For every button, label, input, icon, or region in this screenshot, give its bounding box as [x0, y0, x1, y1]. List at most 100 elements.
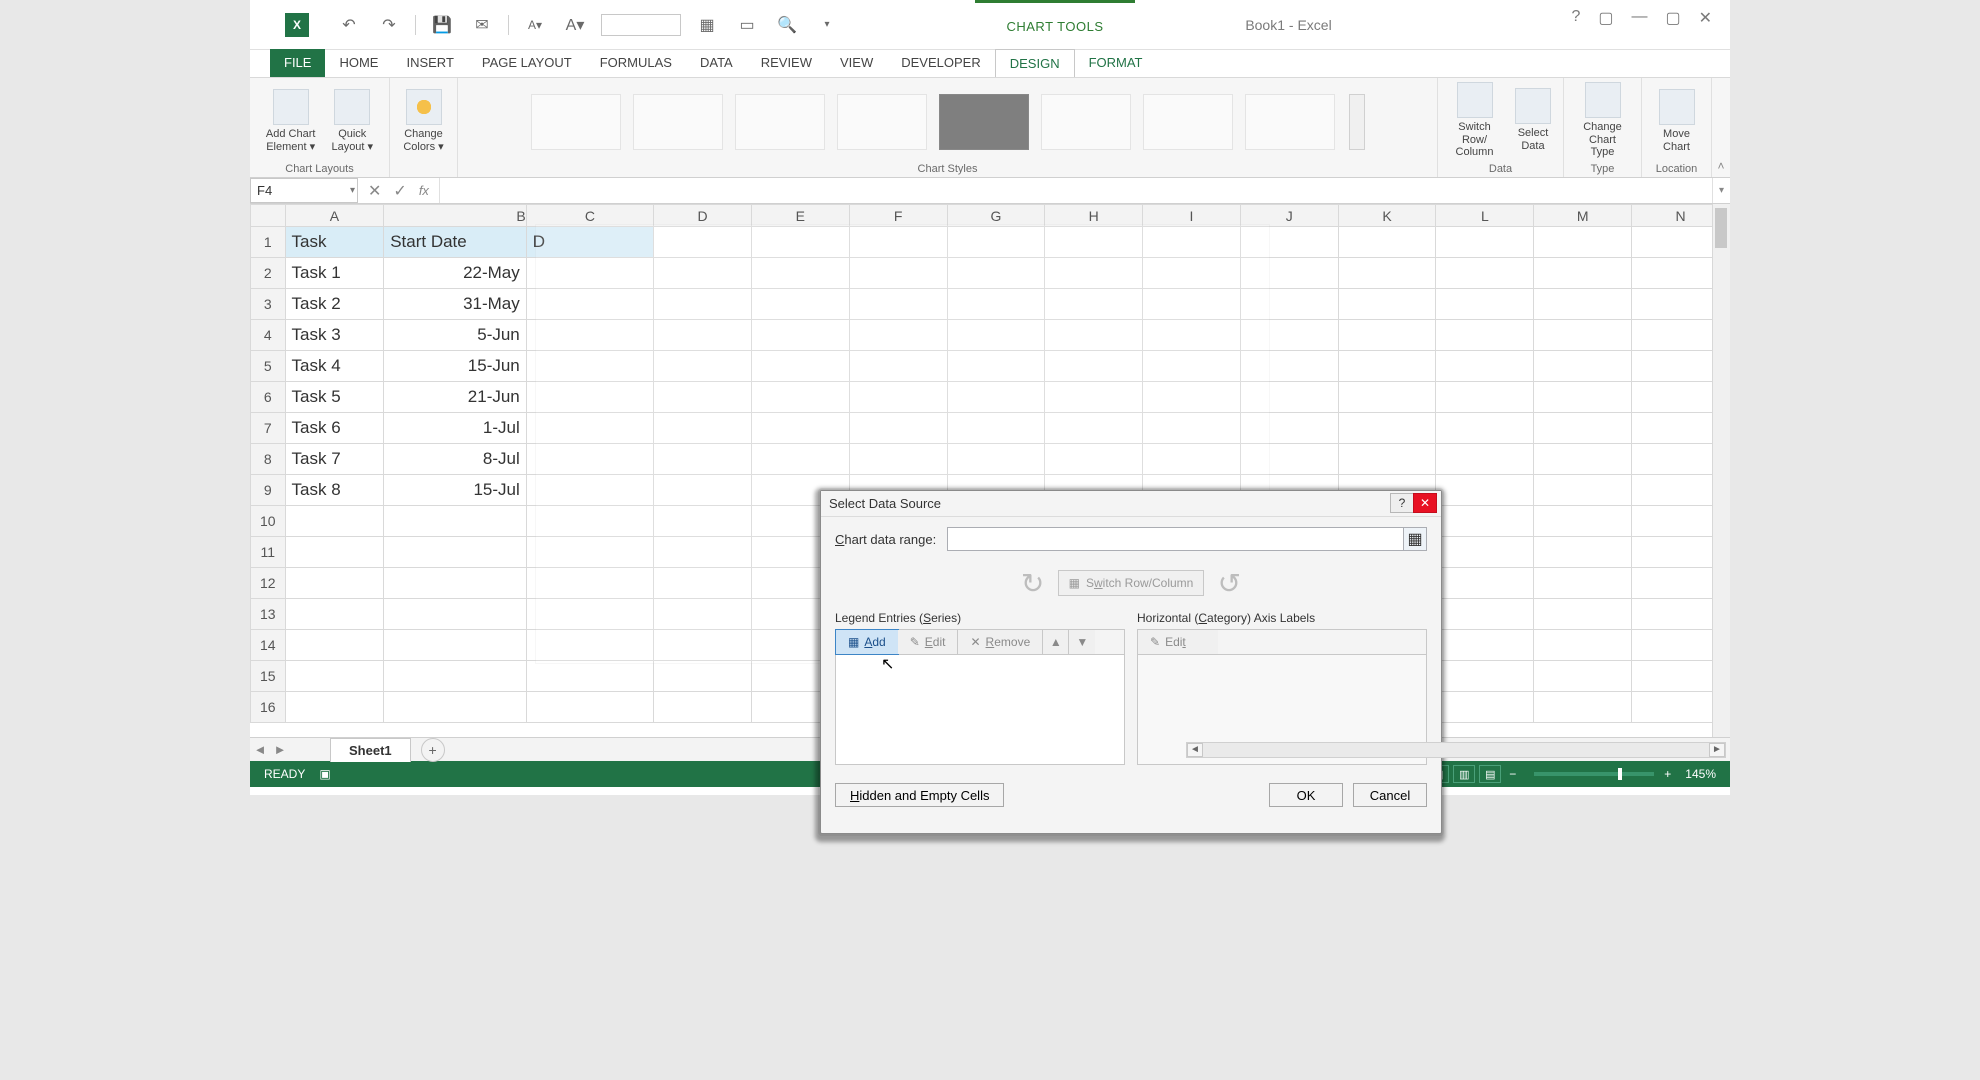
series-move-down-button[interactable]: ▼	[1069, 630, 1095, 654]
cell[interactable]	[1338, 258, 1436, 289]
chart-data-range-input[interactable]	[947, 527, 1404, 551]
cell[interactable]: 31-May	[384, 289, 527, 320]
tab-format[interactable]: FORMAT	[1075, 49, 1157, 77]
cell[interactable]	[285, 692, 384, 723]
switch-row-column-button[interactable]: Switch Row/ Column	[1446, 80, 1503, 161]
cell[interactable]: 8-Jul	[384, 444, 527, 475]
row-header[interactable]: 10	[251, 506, 286, 537]
dialog-help-icon[interactable]: ?	[1390, 493, 1414, 513]
cell[interactable]	[1338, 382, 1436, 413]
cell[interactable]	[1534, 568, 1632, 599]
row-header[interactable]: 6	[251, 382, 286, 413]
series-move-up-button[interactable]: ▲	[1043, 630, 1069, 654]
fx-icon[interactable]: fx	[419, 183, 429, 198]
minimize-icon[interactable]: —	[1631, 8, 1647, 28]
cell[interactable]	[1436, 289, 1534, 320]
cell[interactable]: Task 5	[285, 382, 384, 413]
cell[interactable]: 15-Jun	[384, 351, 527, 382]
cell[interactable]	[285, 568, 384, 599]
cell[interactable]	[1338, 320, 1436, 351]
hidden-empty-cells-button[interactable]: Hidden and Empty Cells	[835, 783, 1004, 807]
series-add-button[interactable]: ▦Add	[835, 629, 899, 655]
series-list[interactable]	[835, 655, 1125, 765]
axis-edit-button[interactable]: ✎Edit	[1138, 630, 1218, 654]
cell[interactable]: Task 1	[285, 258, 384, 289]
series-remove-button[interactable]: ✕Remove	[958, 630, 1043, 654]
cell[interactable]	[384, 599, 527, 630]
new-sheet-icon[interactable]: +	[421, 738, 445, 762]
row-header[interactable]: 8	[251, 444, 286, 475]
row-header[interactable]: 9	[251, 475, 286, 506]
cell[interactable]	[1534, 444, 1632, 475]
cell[interactable]: 5-Jun	[384, 320, 527, 351]
cell[interactable]: Task 4	[285, 351, 384, 382]
gallery-scroll[interactable]	[1349, 94, 1365, 150]
cell[interactable]	[1436, 351, 1534, 382]
move-chart-button[interactable]: Move Chart	[1655, 87, 1699, 155]
formula-expand-icon[interactable]: ▾	[1712, 178, 1730, 203]
font-combobox[interactable]	[601, 14, 681, 36]
cell[interactable]	[1436, 630, 1534, 661]
tab-formulas[interactable]: FORMULAS	[586, 49, 686, 77]
cell[interactable]	[384, 506, 527, 537]
font-grow-icon[interactable]: A▾	[563, 13, 587, 37]
zoom-out-icon[interactable]: −	[1509, 767, 1516, 781]
tab-design[interactable]: DESIGN	[995, 49, 1075, 77]
tab-developer[interactable]: DEVELOPER	[887, 49, 994, 77]
cell[interactable]	[1338, 444, 1436, 475]
cell[interactable]: Start Date	[384, 227, 527, 258]
range-picker-icon[interactable]: ▦	[1403, 527, 1427, 551]
row-header[interactable]: 12	[251, 568, 286, 599]
undo-icon[interactable]: ↶	[337, 13, 361, 37]
cell[interactable]	[384, 537, 527, 568]
column-header[interactable]: K	[1338, 205, 1436, 227]
cell[interactable]	[384, 630, 527, 661]
cell[interactable]	[1338, 351, 1436, 382]
cell[interactable]: Task	[285, 227, 384, 258]
cell[interactable]	[1338, 227, 1436, 258]
tab-file[interactable]: FILE	[270, 49, 325, 77]
cell[interactable]	[1534, 382, 1632, 413]
column-header[interactable]: B	[384, 205, 527, 227]
row-header[interactable]: 16	[251, 692, 286, 723]
cell[interactable]	[1436, 382, 1534, 413]
close-icon[interactable]: ✕	[1699, 8, 1712, 28]
redo-icon[interactable]: ↷	[377, 13, 401, 37]
row-header[interactable]: 7	[251, 413, 286, 444]
cell[interactable]	[285, 630, 384, 661]
series-edit-button[interactable]: ✎Edit	[898, 630, 959, 654]
cell[interactable]	[1436, 320, 1534, 351]
cell[interactable]: Task 2	[285, 289, 384, 320]
quick-layout-button[interactable]: Quick Layout ▾	[327, 87, 377, 155]
horizontal-scrollbar[interactable]: ◄ ►	[1186, 742, 1726, 758]
cell[interactable]	[1436, 537, 1534, 568]
cell[interactable]	[1534, 630, 1632, 661]
save-icon[interactable]: 💾	[430, 13, 454, 37]
cell[interactable]	[285, 537, 384, 568]
print-preview-icon[interactable]: 🔍	[775, 13, 799, 37]
cell[interactable]	[1534, 692, 1632, 723]
row-header[interactable]: 14	[251, 630, 286, 661]
cell[interactable]: Task 6	[285, 413, 384, 444]
qat-icon-1[interactable]: ▦	[695, 13, 719, 37]
row-header[interactable]: 11	[251, 537, 286, 568]
cell[interactable]	[1436, 475, 1534, 506]
cell[interactable]	[1534, 599, 1632, 630]
select-all-corner[interactable]	[251, 205, 286, 227]
enter-formula-icon[interactable]: ✓	[393, 181, 406, 201]
qat-more-icon[interactable]: ▾	[815, 13, 839, 37]
cell[interactable]: Task 8	[285, 475, 384, 506]
zoom-level[interactable]: 145%	[1685, 767, 1716, 781]
formula-input[interactable]	[440, 178, 1712, 203]
cell[interactable]	[1436, 258, 1534, 289]
macro-record-icon[interactable]: ▣	[319, 767, 330, 781]
hscroll-right-icon[interactable]: ►	[1709, 743, 1725, 757]
chart-styles-gallery[interactable]	[531, 82, 1365, 161]
zoom-in-icon[interactable]: +	[1664, 767, 1671, 781]
cell[interactable]	[526, 692, 653, 723]
cell[interactable]: Task 3	[285, 320, 384, 351]
tab-data[interactable]: DATA	[686, 49, 747, 77]
cell[interactable]	[285, 661, 384, 692]
cell[interactable]	[1436, 661, 1534, 692]
dialog-close-icon[interactable]: ✕	[1413, 493, 1437, 513]
